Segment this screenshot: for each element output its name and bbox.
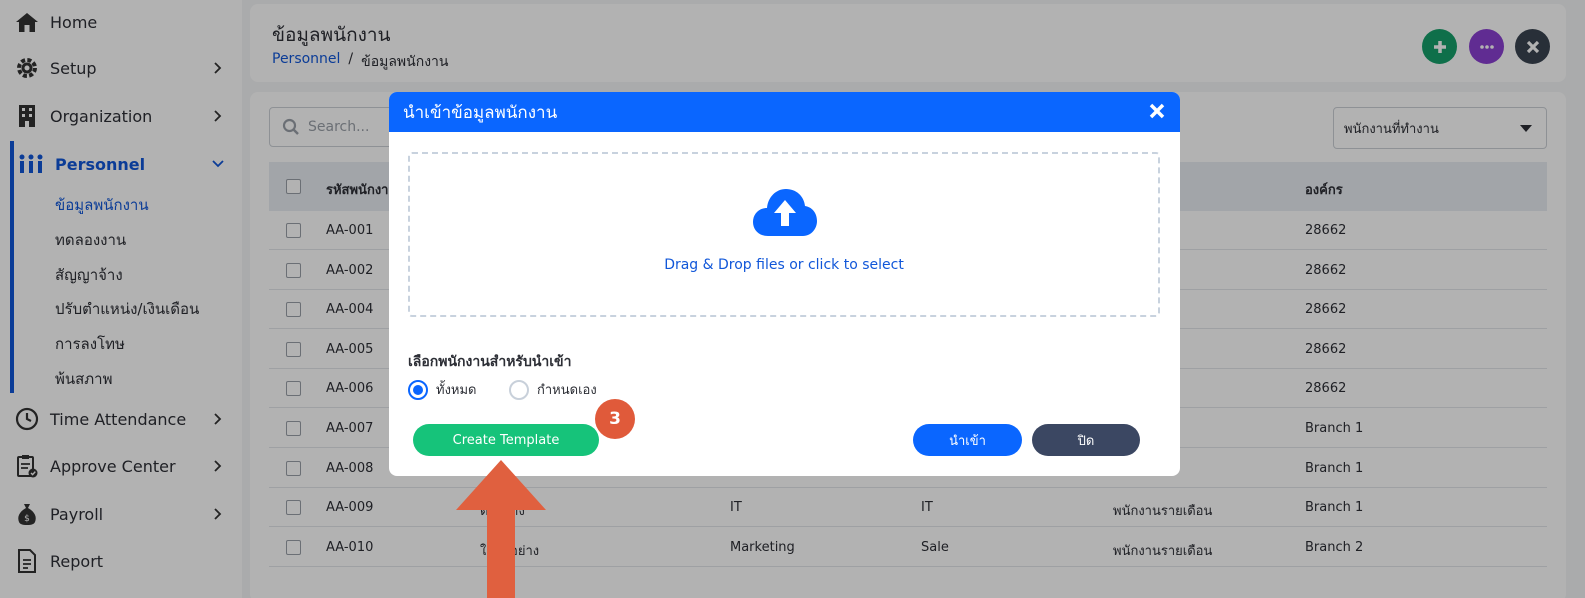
radio-custom-label: กำหนดเอง	[537, 383, 597, 398]
modal-close-icon[interactable]	[1148, 102, 1166, 120]
radio-all-label: ทั้งหมด	[436, 383, 477, 398]
modal-title: นำเข้าข้อมูลพนักงาน	[403, 102, 558, 123]
dropzone-text: Drag & Drop files or click to select	[664, 257, 904, 273]
modal-header: นำเข้าข้อมูลพนักงาน	[389, 92, 1180, 132]
import-employee-modal: นำเข้าข้อมูลพนักงาน Drag & Drop files or…	[389, 92, 1180, 476]
cloud-upload-icon	[752, 186, 818, 242]
radio-unselected-indicator	[509, 379, 529, 400]
radio-all[interactable]: ทั้งหมด	[408, 379, 477, 400]
close-button[interactable]: ปิด	[1032, 424, 1140, 456]
arrow-up-icon	[456, 460, 546, 598]
create-template-button[interactable]: Create Template	[413, 424, 599, 456]
import-button[interactable]: นำเข้า	[913, 424, 1022, 456]
step-number-badge: 3	[595, 399, 635, 439]
file-dropzone[interactable]: Drag & Drop files or click to select	[408, 152, 1160, 317]
radio-custom[interactable]: กำหนดเอง	[509, 379, 597, 400]
import-selection-label: เลือกพนักงานสำหรับนำเข้า	[408, 354, 572, 370]
radio-selected-indicator	[408, 379, 428, 400]
